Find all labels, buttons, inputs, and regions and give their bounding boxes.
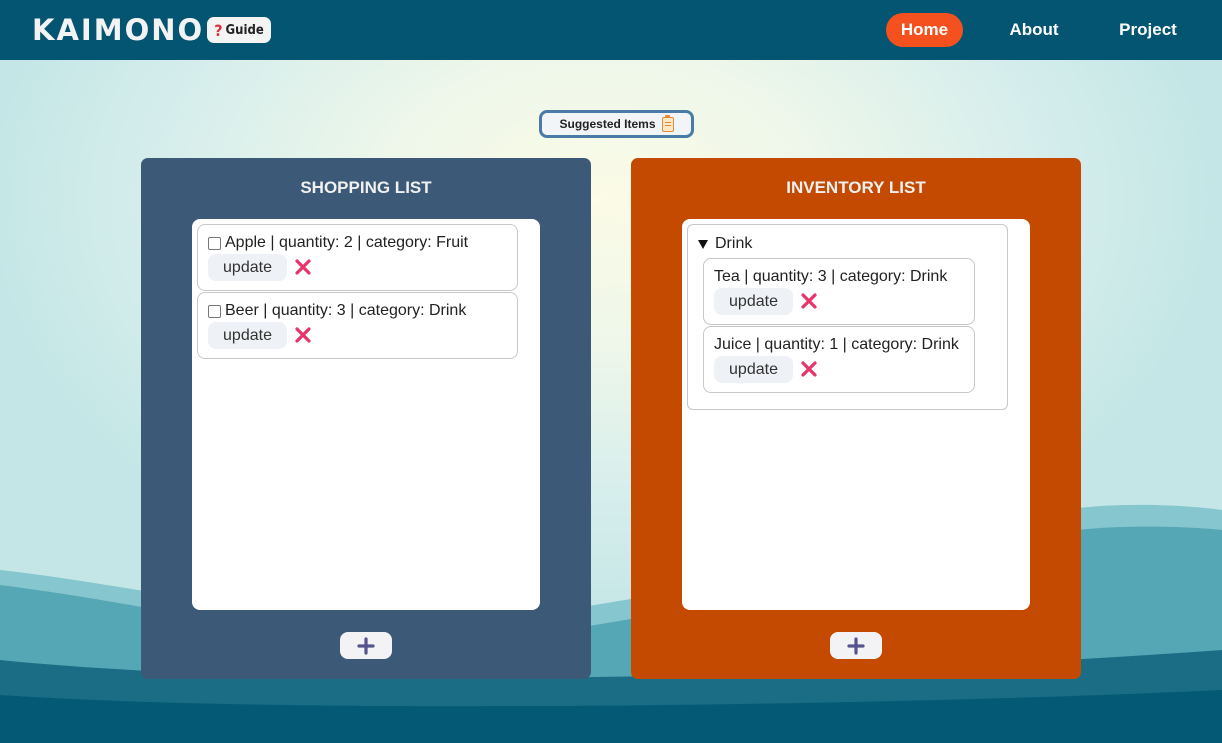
item-checkbox[interactable] (208, 304, 221, 318)
question-icon: ? (214, 20, 223, 40)
category-group-drink: Drink Tea | quantity: 3 | category: Drin… (687, 224, 1008, 410)
update-button[interactable]: update (208, 322, 287, 349)
update-button[interactable]: update (208, 254, 287, 281)
suggested-items-label: Suggested Items (559, 117, 656, 131)
navbar: KAIMONO ? Guide Home About Project (0, 0, 1222, 60)
shopping-list-box: Apple | quantity: 2 | category: Fruit up… (192, 219, 540, 610)
delete-icon[interactable] (800, 360, 818, 378)
item-text: Juice | quantity: 1 | category: Drink (714, 336, 959, 353)
nav-project-link[interactable]: Project (1108, 13, 1188, 47)
clipboard-icon (661, 114, 674, 132)
inventory-item: Juice | quantity: 1 | category: Drink up… (703, 326, 975, 393)
nav-home-link[interactable]: Home (886, 13, 963, 47)
update-button[interactable]: update (714, 288, 793, 315)
category-name: Drink (715, 235, 753, 252)
app-logo[interactable]: KAIMONO (32, 13, 204, 47)
delete-icon[interactable] (800, 292, 818, 310)
item-checkbox[interactable] (208, 236, 221, 250)
shopping-list-panel: SHOPPING LIST Apple | quantity: 2 | cate… (141, 158, 591, 679)
update-button[interactable]: update (714, 356, 793, 383)
nav-about-link[interactable]: About (996, 13, 1072, 47)
inventory-list-title: INVENTORY LIST (786, 178, 926, 197)
plus-icon (357, 636, 375, 655)
add-inventory-item-button[interactable] (830, 632, 882, 659)
inventory-item: Tea | quantity: 3 | category: Drink upda… (703, 258, 975, 325)
inventory-list-panel: INVENTORY LIST Drink Tea | quantity: 3 |… (631, 158, 1081, 679)
guide-button[interactable]: ? Guide (207, 17, 271, 43)
inventory-list-box: Drink Tea | quantity: 3 | category: Drin… (682, 219, 1030, 610)
triangle-down-icon (698, 239, 708, 249)
suggested-items-button[interactable]: Suggested Items (539, 110, 694, 138)
shopping-item: Beer | quantity: 3 | category: Drink upd… (197, 292, 518, 359)
shopping-item: Apple | quantity: 2 | category: Fruit up… (197, 224, 518, 291)
add-shopping-item-button[interactable] (340, 632, 392, 659)
delete-icon[interactable] (294, 326, 312, 344)
item-text: Beer | quantity: 3 | category: Drink (225, 302, 467, 319)
item-text: Tea | quantity: 3 | category: Drink (714, 268, 948, 285)
item-text: Apple | quantity: 2 | category: Fruit (225, 234, 469, 251)
delete-icon[interactable] (294, 258, 312, 276)
shopping-list-title: SHOPPING LIST (300, 178, 432, 197)
plus-icon (847, 636, 865, 655)
category-toggle[interactable]: Drink (698, 235, 752, 253)
guide-label: Guide (225, 22, 264, 38)
